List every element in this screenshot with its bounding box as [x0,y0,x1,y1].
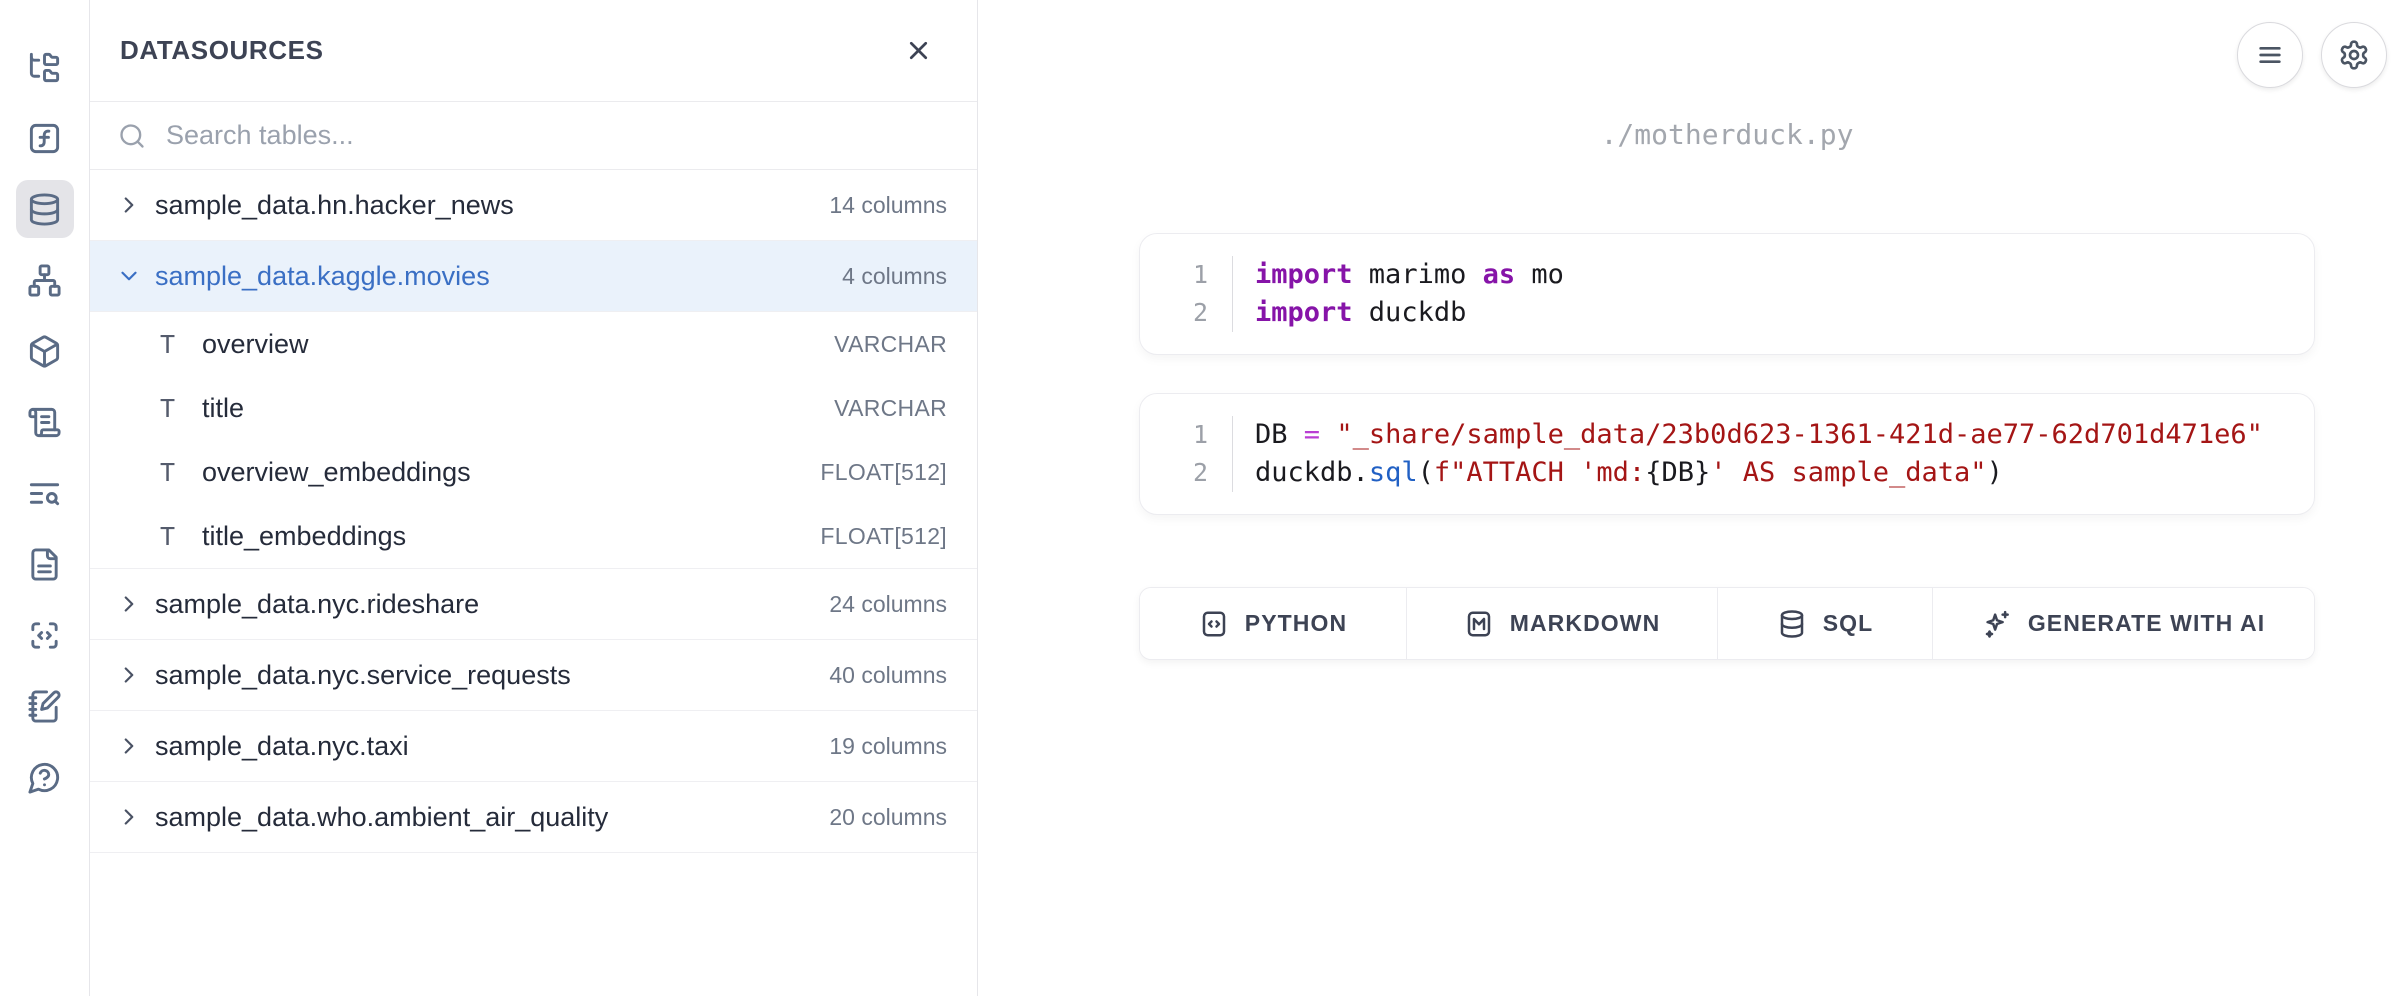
app-window: DATASOURCES sample_data.hn.hacker_news14… [0,0,2399,996]
snippets-code-icon[interactable] [16,606,74,664]
add-cell-bar: PYTHON MARKDOWN SQL [1139,587,2315,660]
line-numbers-gutter: 12 [1140,256,1232,332]
table-columns-count: 4 columns [842,263,947,290]
notebook-filename: ./motherduck.py [1139,118,2315,162]
column-type: VARCHAR [834,395,947,422]
column-name: overview_embeddings [202,457,820,488]
text-type-icon: T [160,458,202,487]
table-name: sample_data.nyc.service_requests [155,660,829,691]
markdown-icon [1464,609,1494,639]
column-name: title [202,393,834,424]
search-bar [90,102,977,170]
generate-with-ai-label: GENERATE WITH AI [2028,610,2265,637]
generate-with-ai-button[interactable]: GENERATE WITH AI [1933,588,2314,659]
table-name: sample_data.nyc.rideshare [155,589,829,620]
table-columns-count: 20 columns [829,804,947,831]
package-box-icon[interactable] [16,322,74,380]
help-chat-icon[interactable] [16,748,74,806]
table-row[interactable]: sample_data.hn.hacker_news14 columns [90,170,977,241]
settings-button[interactable] [2321,22,2387,88]
line-numbers-gutter: 12 [1140,416,1232,492]
notebook-main-area: ./motherduck.py 12import marimo as moimp… [978,0,2399,996]
table-name: sample_data.nyc.taxi [155,731,829,762]
table-name: sample_data.hn.hacker_news [155,190,829,221]
code-line: import marimo as mo [1255,256,2314,294]
document-icon[interactable] [16,535,74,593]
panel-title: DATASOURCES [120,35,324,66]
add-python-label: PYTHON [1245,610,1347,637]
dependency-graph-icon[interactable] [16,251,74,309]
column-row[interactable]: Toverview_embeddingsFLOAT[512] [90,440,977,504]
datasources-panel: DATASOURCES sample_data.hn.hacker_news14… [90,0,978,996]
table-columns-count: 19 columns [829,733,947,760]
file-tree-icon[interactable] [16,38,74,96]
scratchpad-pen-icon[interactable] [16,677,74,735]
database-icon [1777,609,1807,639]
code-editor[interactable]: DB = "_share/sample_data/23b0d623-1361-4… [1232,416,2314,492]
sidebar-icon-rail [0,0,90,996]
column-type: FLOAT[512] [820,523,947,550]
text-type-icon: T [160,522,202,551]
table-name: sample_data.who.ambient_air_quality [155,802,829,833]
column-type: VARCHAR [834,331,947,358]
code-cell[interactable]: 12 DB = "_share/sample_data/23b0d623-1361… [1139,393,2315,515]
close-panel-button[interactable] [897,30,939,72]
add-python-cell-button[interactable]: PYTHON [1140,588,1407,659]
table-row[interactable]: sample_data.kaggle.movies4 columns [90,241,977,312]
list-search-icon[interactable] [16,464,74,522]
table-name: sample_data.kaggle.movies [155,261,842,292]
cells-container: 12import marimo as moimport duckdb12DB =… [1139,233,2315,515]
chevron-right-icon [116,192,142,218]
code-editor[interactable]: import marimo as moimport duckdb [1232,256,2314,332]
line-number: 2 [1140,294,1208,332]
add-markdown-label: MARKDOWN [1510,610,1661,637]
chevron-right-icon [116,662,142,688]
add-sql-label: SQL [1823,610,1874,637]
datasources-panel-header: DATASOURCES [90,0,977,102]
code-cell[interactable]: 12import marimo as moimport duckdb [1139,233,2315,355]
line-number: 1 [1140,256,1208,294]
table-columns-group: ToverviewVARCHARTtitleVARCHARToverview_e… [90,312,977,569]
sparkles-icon [1982,609,2012,639]
text-type-icon: T [160,394,202,423]
line-number: 1 [1140,416,1208,454]
chevron-right-icon [116,733,142,759]
code-line: DB = "_share/sample_data/23b0d623-1361-4… [1255,416,2314,454]
search-icon [118,122,146,150]
code-line: import duckdb [1255,294,2314,332]
column-name: title_embeddings [202,521,820,552]
function-square-icon[interactable] [16,109,74,167]
notebook-document: ./motherduck.py 12import marimo as moimp… [1139,0,2315,660]
x-icon [904,36,933,65]
tables-list: sample_data.hn.hacker_news14 columnssamp… [90,170,977,996]
column-name: overview [202,329,834,360]
chevron-right-icon [116,591,142,617]
search-tables-input[interactable] [164,119,949,152]
table-row[interactable]: sample_data.nyc.taxi19 columns [90,711,977,782]
add-sql-cell-button[interactable]: SQL [1718,588,1933,659]
column-row[interactable]: Ttitle_embeddingsFLOAT[512] [90,504,977,568]
chevron-right-icon [116,804,142,830]
table-row[interactable]: sample_data.nyc.service_requests40 colum… [90,640,977,711]
chevron-down-icon [116,263,142,289]
table-columns-count: 24 columns [829,591,947,618]
column-row[interactable]: ToverviewVARCHAR [90,312,977,376]
settings-gear-icon [2338,39,2370,71]
text-type-icon: T [160,330,202,359]
table-row[interactable]: sample_data.who.ambient_air_quality20 co… [90,782,977,853]
code-line: duckdb.sql(f"ATTACH 'md:{DB}' AS sample_… [1255,454,2314,492]
table-row[interactable]: sample_data.nyc.rideshare24 columns [90,569,977,640]
line-number: 2 [1140,454,1208,492]
column-row[interactable]: TtitleVARCHAR [90,376,977,440]
table-columns-count: 14 columns [829,192,947,219]
table-columns-count: 40 columns [829,662,947,689]
scroll-logs-icon[interactable] [16,393,74,451]
add-markdown-cell-button[interactable]: MARKDOWN [1407,588,1718,659]
code-square-icon [1199,609,1229,639]
column-type: FLOAT[512] [820,459,947,486]
database-panel-icon[interactable] [16,180,74,238]
